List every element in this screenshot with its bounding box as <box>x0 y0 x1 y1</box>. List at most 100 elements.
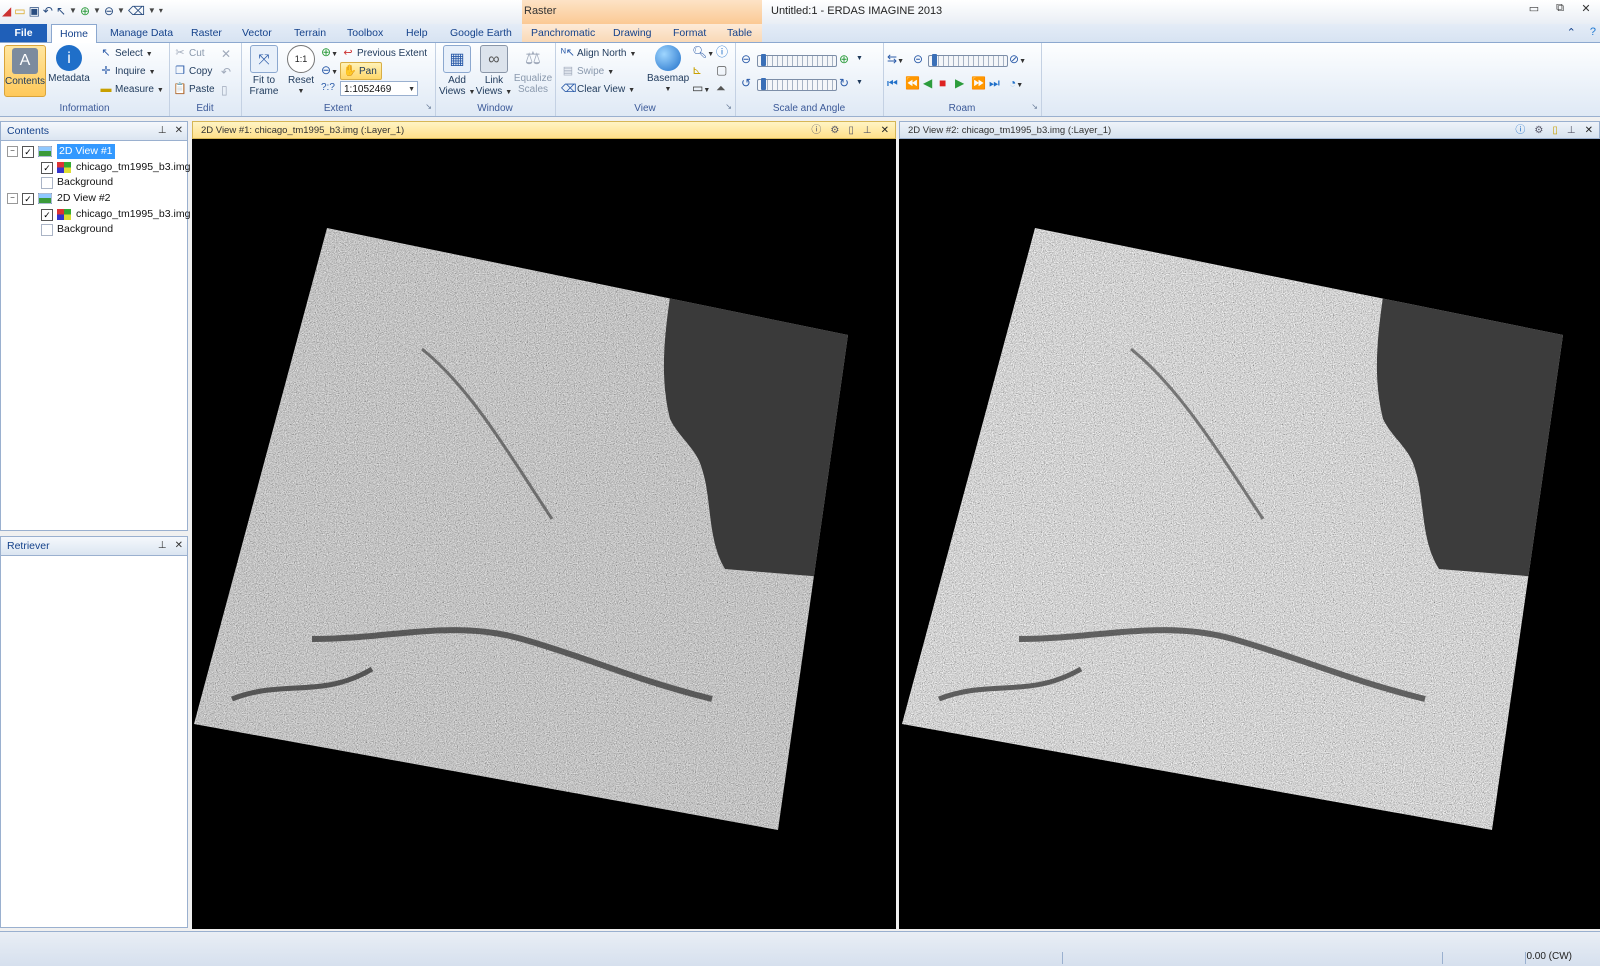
cut-button[interactable]: ✂ Cut <box>173 45 204 61</box>
rotate-right-icon[interactable]: ↻ <box>839 76 849 90</box>
minimize-button[interactable]: ▭ <box>1526 2 1542 15</box>
clear-view-button[interactable]: ⌫Clear View ▼ <box>561 81 635 97</box>
app-logo-icon[interactable]: ◢ <box>2 3 11 19</box>
dropdown-arrow-icon[interactable]: ▼ <box>117 3 125 19</box>
open-folder-icon[interactable]: ▭ <box>14 3 25 19</box>
step-back-icon[interactable]: ⏪ <box>905 76 920 90</box>
angle-slider-thumb[interactable] <box>761 78 766 90</box>
reset-button[interactable]: 1:1 Reset ▼ <box>283 45 319 97</box>
contents-button[interactable]: A Contents <box>4 45 46 97</box>
satellite-image-2[interactable] <box>899 139 1600 929</box>
stop-icon[interactable]: ■ <box>939 76 946 90</box>
tab-terrain[interactable]: Terrain <box>294 24 326 42</box>
zoom-out-icon[interactable]: ⊖ <box>104 3 114 19</box>
fill-color-icon[interactable]: ▭▼ <box>692 81 710 98</box>
play-forward-icon[interactable]: ▶ <box>955 76 964 90</box>
ruler-axis-icon[interactable]: ⊾ <box>692 63 702 77</box>
paste-special-icon[interactable]: ▯ <box>221 83 228 97</box>
pin-icon[interactable]: ⊥ <box>158 537 167 555</box>
save-icon[interactable]: ▣ <box>29 3 40 19</box>
close-icon[interactable]: ✕ <box>1585 122 1593 138</box>
restore-button[interactable]: ⧉ <box>1552 2 1568 15</box>
close-icon[interactable]: ✕ <box>175 537 183 555</box>
tree-item-2d-view-1[interactable]: − ✓ 2D View #1 <box>7 144 115 159</box>
dropdown-arrow-icon[interactable]: ▼ <box>856 52 863 66</box>
equalize-scales-button[interactable]: ⚖ Equalize Scales <box>513 45 553 96</box>
roam-speed-slider[interactable] <box>928 54 1008 67</box>
tree-item-raster-layer[interactable]: ✓ chicago_tm1995_b3.img <box>41 207 190 222</box>
tree-item-raster-layer[interactable]: ✓ chicago_tm1995_b3.img <box>41 160 190 175</box>
zoom-unknown-icon[interactable]: ?:? <box>321 81 335 95</box>
swipe-button[interactable]: ▤ Swipe ▼ <box>561 63 614 79</box>
customize-toolbar-icon[interactable]: ▾ <box>159 3 163 19</box>
scale-slider-thumb[interactable] <box>761 54 766 66</box>
tree-item-background[interactable]: Background <box>41 175 113 190</box>
minimize-ribbon-icon[interactable]: ⌃ <box>1567 26 1576 39</box>
background-swatch[interactable] <box>41 176 53 189</box>
link-views-button[interactable]: ∞ Link Views ▼ <box>475 45 513 98</box>
tab-drawing[interactable]: Drawing <box>613 24 652 42</box>
basemap-button[interactable]: Basemap ▼ <box>647 45 689 95</box>
dropdown-arrow-icon[interactable]: ▼ <box>69 3 77 19</box>
dialog-launcher-icon[interactable]: ↘ <box>425 100 432 114</box>
scale-combo[interactable]: 1:1052469 ▼ <box>340 81 418 96</box>
copy-button[interactable]: ❐ Copy <box>173 63 212 79</box>
roam-options-icon[interactable]: ◔▼ <box>1009 76 1023 93</box>
tab-toolbox[interactable]: Toolbox <box>347 24 383 42</box>
undo-icon[interactable]: ↶ <box>221 65 231 79</box>
view-options-icon[interactable]: ⚙ <box>830 122 839 138</box>
measure-button[interactable]: ▬ Measure ▼ <box>99 81 164 97</box>
tab-manage-data[interactable]: Manage Data <box>110 24 173 42</box>
dropdown-arrow-icon[interactable]: ▼ <box>856 76 863 90</box>
inquire-button[interactable]: ✛ Inquire ▼ <box>99 63 155 79</box>
tree-item-background[interactable]: Background <box>41 222 113 237</box>
view-checkbox[interactable]: ✓ <box>22 192 34 205</box>
lock-icon[interactable]: ▯ <box>1552 122 1558 138</box>
roam-speed-slider-thumb[interactable] <box>932 54 937 66</box>
collapse-toggle-icon[interactable]: − <box>7 146 18 157</box>
dropdown-arrow-icon[interactable]: ▼ <box>93 3 101 19</box>
info-icon[interactable]: ⓘ <box>1515 122 1525 138</box>
align-north-button[interactable]: ᴺ↖ Align North ▼ <box>561 45 636 61</box>
step-forward-icon[interactable]: ⏩ <box>971 76 986 90</box>
layer-checkbox[interactable]: ✓ <box>41 161 53 174</box>
view-1-canvas[interactable] <box>192 139 896 929</box>
frame-icon[interactable]: ▢ <box>716 63 727 77</box>
dropdown-arrow-icon[interactable]: ▼ <box>148 3 156 19</box>
tab-file[interactable]: File <box>0 24 47 42</box>
tab-raster[interactable]: Raster <box>191 24 222 42</box>
tab-panchromatic[interactable]: Panchromatic <box>531 24 595 42</box>
pin-icon[interactable]: ⊥ <box>158 122 167 140</box>
rotate-left-icon[interactable]: ↺ <box>741 76 751 90</box>
dialog-launcher-icon[interactable]: ↘ <box>1031 100 1038 114</box>
tab-vector[interactable]: Vector <box>242 24 272 42</box>
pointer-icon[interactable]: ⏶ <box>716 81 726 95</box>
tab-google-earth[interactable]: Google Earth <box>450 24 512 42</box>
zoom-in-step-icon[interactable]: ⊕ <box>839 52 849 66</box>
skip-to-start-icon[interactable]: ⏮ <box>887 76 898 90</box>
skip-to-end-icon[interactable]: ⏭ <box>989 76 1000 90</box>
pan-button[interactable]: ✋ Pan <box>340 62 382 80</box>
close-icon[interactable]: ✕ <box>175 122 183 140</box>
fit-to-frame-button[interactable]: ⤧ Fit to Frame <box>245 45 283 97</box>
info-small-icon[interactable]: ⓘ <box>716 45 728 59</box>
metadata-button[interactable]: i Metadata <box>48 45 90 84</box>
view-options-icon[interactable]: ⚙ <box>1534 122 1543 138</box>
speed-slow-icon[interactable]: ⊝ <box>913 52 923 66</box>
previous-extent-button[interactable]: ↩ Previous Extent <box>341 45 427 61</box>
lock-icon[interactable]: ▯ <box>848 122 854 138</box>
view-1-header[interactable]: 2D View #1: chicago_tm1995_b3.img (:Laye… <box>192 121 896 139</box>
help-icon[interactable]: ? <box>1590 26 1596 39</box>
select-arrow-icon[interactable]: ↖ <box>56 3 66 19</box>
view-checkbox[interactable]: ✓ <box>22 145 34 158</box>
zoom-in-icon[interactable]: ⊕ <box>80 3 90 19</box>
add-views-button[interactable]: ▦ Add Views ▼ <box>439 45 475 98</box>
tab-help[interactable]: Help <box>406 24 428 42</box>
zoom-out-icon[interactable]: ⊖▼ <box>321 63 338 80</box>
layer-checkbox[interactable]: ✓ <box>41 208 53 221</box>
close-window-button[interactable]: ✕ <box>1578 2 1594 15</box>
tab-table[interactable]: Table <box>727 24 752 42</box>
collapse-toggle-icon[interactable]: − <box>7 193 18 204</box>
info-icon[interactable]: ⓘ <box>811 122 821 138</box>
zoom-magnifier-icon[interactable]: 🔍︎▼ <box>692 45 714 62</box>
